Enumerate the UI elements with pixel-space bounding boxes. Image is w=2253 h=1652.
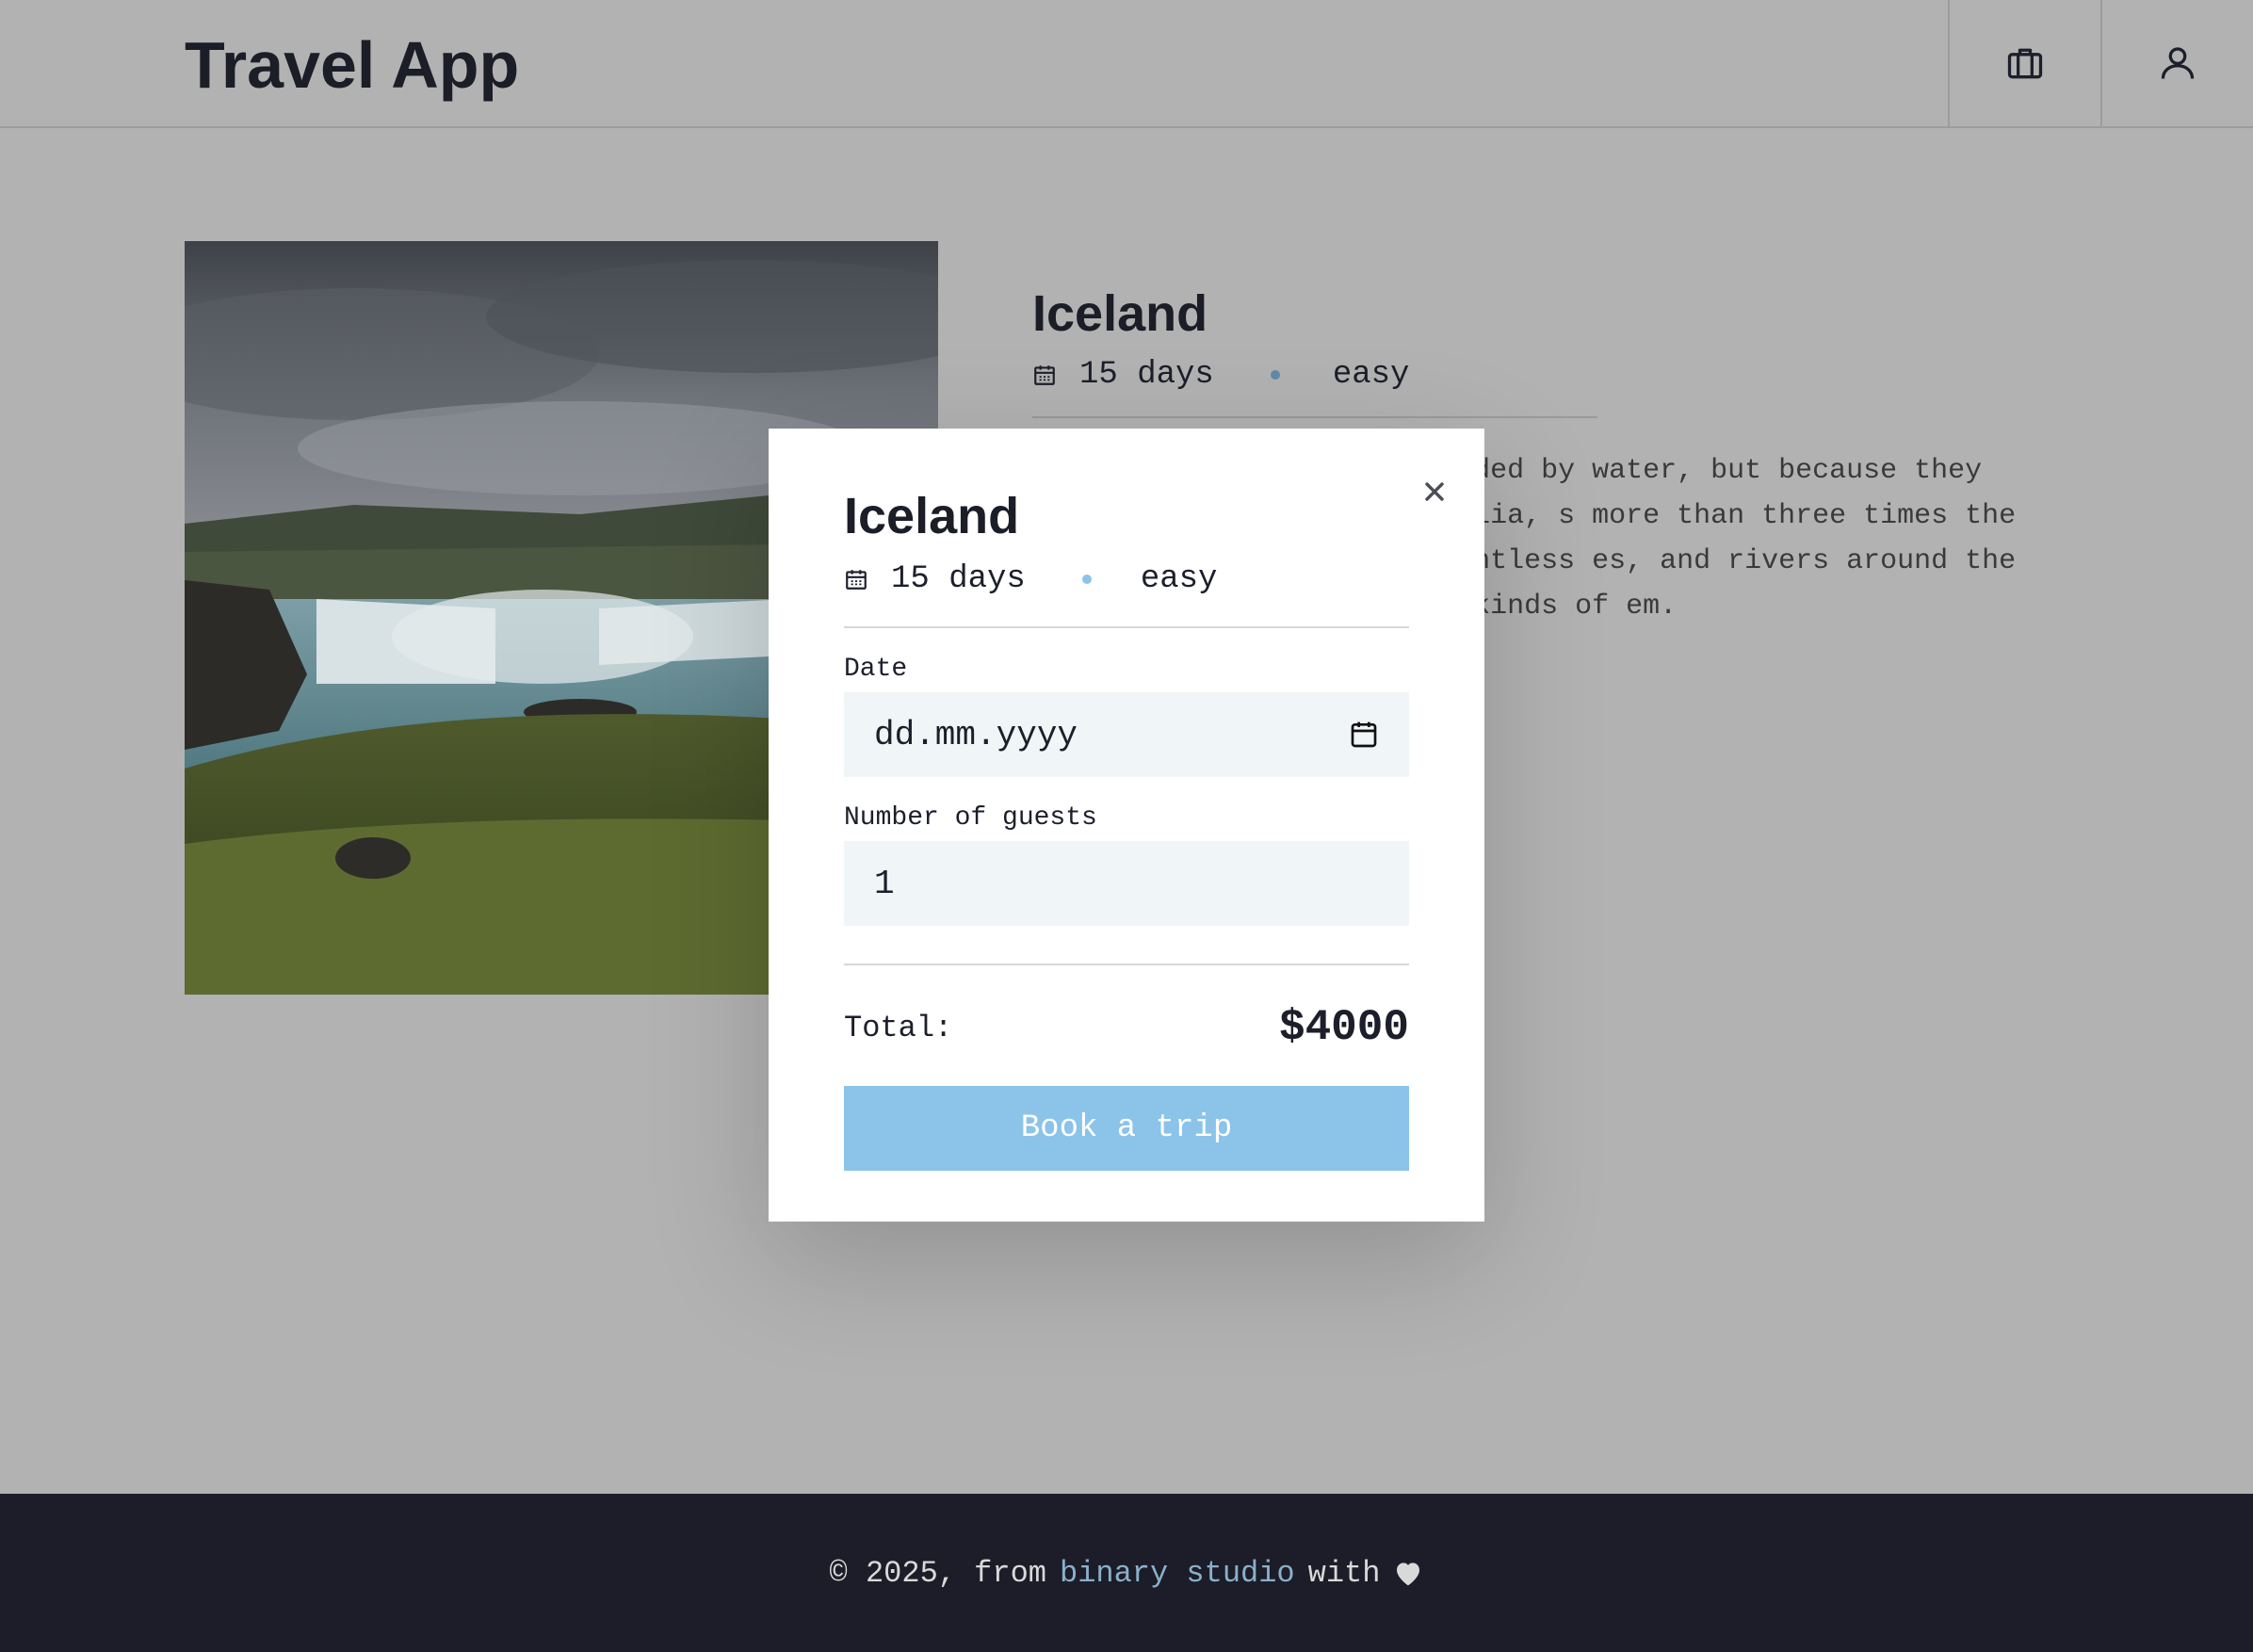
footer: © 2025, from binary studio with xyxy=(0,1494,2253,1652)
date-label: Date xyxy=(844,655,908,684)
modal-level: easy xyxy=(1140,561,1218,597)
guests-label: Number of guests xyxy=(844,803,1097,833)
footer-copyright: © 2025, from xyxy=(829,1555,1046,1591)
heart-icon xyxy=(1397,1563,1420,1586)
divider xyxy=(1032,416,1597,418)
total-value: $4000 xyxy=(1278,1003,1409,1052)
guests-input[interactable]: 1 xyxy=(844,841,1409,926)
modal-trip-meta: 15 days easy xyxy=(844,553,1409,606)
app-logo[interactable]: Travel App xyxy=(185,23,519,107)
separator-dot xyxy=(1270,370,1280,380)
divider xyxy=(844,964,1409,965)
header: Travel App xyxy=(0,0,2253,128)
calendar-icon xyxy=(846,570,867,590)
total-row: Total: $4000 xyxy=(844,1003,1409,1052)
modal-title: Iceland xyxy=(844,488,1020,544)
user-icon xyxy=(2161,47,2195,79)
calendar-icon xyxy=(1034,365,1055,385)
footer-suffix: with xyxy=(1307,1555,1381,1591)
trip-meta: 15 days easy xyxy=(1032,348,2087,401)
footer-brand-link[interactable]: binary studio xyxy=(1060,1556,1295,1591)
date-input[interactable]: dd.mm.yyyy xyxy=(844,692,1409,777)
trip-title: Iceland xyxy=(1032,285,1208,342)
booking-modal: Iceland 15 days easy Date dd.mm.yyyy Num… xyxy=(769,429,1484,1222)
briefcase-icon xyxy=(2007,48,2043,79)
trip-level: easy xyxy=(1332,357,1410,393)
divider xyxy=(844,626,1409,628)
separator-dot xyxy=(1081,575,1092,584)
modal-duration: 15 days xyxy=(891,561,1026,597)
profile-button[interactable] xyxy=(2100,0,2253,126)
booking-form: Iceland 15 days easy Date dd.mm.yyyy Num… xyxy=(844,485,1409,1171)
close-button[interactable] xyxy=(1409,466,1460,517)
guests-value: 1 xyxy=(874,864,895,903)
bookings-button[interactable] xyxy=(1948,0,2100,126)
date-placeholder: dd.mm.yyyy xyxy=(874,715,1078,754)
total-label: Total: xyxy=(844,1010,953,1045)
book-trip-button[interactable]: Book a trip xyxy=(844,1086,1409,1171)
calendar-picker-icon[interactable] xyxy=(1349,720,1379,750)
close-icon xyxy=(1425,482,1444,501)
trip-duration: 15 days xyxy=(1079,357,1214,393)
